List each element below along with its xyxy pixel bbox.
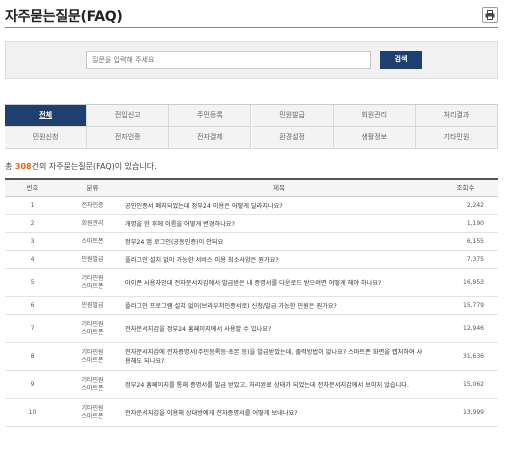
table-row: 6 민원발급 플러그인 프로그램 설치 없이(브라우저인증서로) 신청/발급 가능한… [5, 297, 498, 315]
row-views: 16,953 [463, 279, 484, 286]
faq-question-link[interactable]: 플러그인 프로그램 설치 없이(브라우저인증서로) 신청/발급 가능한 민원은 … [125, 297, 433, 315]
row-category: 기타민원 스마트폰 [81, 321, 104, 336]
tab-category-5[interactable]: 처리결과 [415, 105, 498, 127]
category-tabs: 전체 전입신고 주민등록 민원발급 회원관리 처리결과민원신청 전자인증 전자결제 환경설정 생활… [5, 104, 498, 149]
faq-question-link[interactable]: 전자문서지갑에 전자증명서(주민등록등·초본 등)을 발급받았는데, 출력방법이… [125, 343, 433, 371]
tab-category-7[interactable]: 전자인증 [87, 127, 170, 149]
row-views: 12,946 [463, 325, 484, 332]
row-views: 7,375 [466, 256, 484, 263]
summary-suffix: 건의 자주묻는질문(FAQ)이 있습니다. [31, 162, 157, 171]
row-number: 8 [30, 353, 35, 360]
search-input[interactable] [86, 51, 371, 69]
header-views: 조회수 [456, 184, 475, 192]
faq-question-link[interactable]: 개명을 한 후에 이름을 어떻게 변경하나요? [125, 215, 433, 233]
row-category: 회원관리 [81, 220, 104, 227]
printer-icon [485, 10, 495, 20]
row-views: 15,062 [463, 381, 484, 388]
header-subject: 제목 [273, 184, 285, 192]
table-row: 2 회원관리 개명을 한 후에 이름을 어떻게 변경하나요? 1,190 [5, 215, 498, 233]
row-category: 스마트폰 [81, 238, 104, 245]
table-row: 8 기타민원 스마트폰 전자문서지갑에 전자증명서(주민등록등·초본 등)을 발급받… [5, 343, 498, 371]
summary-prefix: 총 [5, 162, 15, 171]
table-row: 10 기타민원 스마트폰 전자문서지갑을 이용해 상대방에게 전자증명서를 어떻게 … [5, 399, 498, 427]
table-row: 7 기타민원 스마트폰 전자문서지갑을 정부24 홈페이지에서 사용할 수 있나요?… [5, 315, 498, 343]
tab-category-9[interactable]: 환경설정 [251, 127, 334, 149]
page-title: 자주묻는질문(FAQ) [5, 9, 123, 25]
table-row: 1 전자인증 공인인증서 폐지되었는데 정부24 이용은 어떻게 달라지나요? 2,2… [5, 197, 498, 215]
tab-category-1[interactable]: 전입신고 [87, 105, 170, 127]
row-category: 전자인증 [81, 202, 104, 209]
row-views: 6,155 [466, 238, 484, 245]
row-category: 민원발급 [81, 302, 104, 309]
row-views: 15,779 [463, 302, 484, 309]
faq-question-link[interactable]: 플러그인 설치 없이 가능한 서비스 이용 최소사양은 뭔가요? [125, 251, 433, 269]
header-no: 번호 [26, 184, 39, 192]
title-divider [5, 27, 498, 28]
search-area: 검색 [5, 41, 498, 79]
tab-category-0[interactable]: 전체 [5, 105, 88, 127]
row-category: 기타민원 스마트폰 [81, 377, 104, 392]
tab-category-2[interactable]: 주민등록 [169, 105, 252, 127]
faq-question-link[interactable]: 전자문서지갑을 이용해 상대방에게 전자증명서를 어떻게 보내나요? [125, 399, 433, 427]
tab-category-4[interactable]: 회원관리 [333, 105, 416, 127]
row-number: 4 [30, 256, 35, 263]
row-number: 10 [28, 409, 37, 416]
tab-category-11[interactable]: 기타민원 [415, 127, 498, 149]
faq-question-link[interactable]: 아이폰 사용자인데 전자문서지갑에서 발급받은 내 증명서를 다운로드 받으려면… [125, 269, 433, 297]
row-number: 6 [30, 302, 35, 309]
row-number: 7 [30, 325, 35, 332]
row-views: 2,242 [466, 202, 484, 209]
table-row: 3 스마트폰 정부24 앱 로그인(공동인증)이 안되요 6,155 [5, 233, 498, 251]
row-category: 기타민원 스마트폰 [81, 349, 104, 364]
search-button[interactable]: 검색 [380, 51, 422, 69]
row-number: 5 [30, 279, 35, 286]
row-number: 3 [30, 238, 35, 245]
row-number: 9 [30, 381, 35, 388]
print-button[interactable] [482, 7, 498, 23]
title-bar: 자주묻는질문(FAQ) [5, 6, 498, 28]
row-category: 기타민원 스마트폰 [81, 405, 104, 420]
tab-category-6[interactable]: 민원신청 [5, 127, 88, 149]
row-views: 13,999 [463, 409, 484, 416]
row-category: 기타민원 스마트폰 [81, 275, 104, 290]
table-row: 4 민원발급 플러그인 설치 없이 가능한 서비스 이용 최소사양은 뭔가요? 7,3… [5, 251, 498, 269]
faq-question-link[interactable]: 공인인증서 폐지되었는데 정부24 이용은 어떻게 달라지나요? [125, 197, 433, 215]
tab-category-8[interactable]: 전자결제 [169, 127, 252, 149]
table-row: 9 기타민원 스마트폰 정부24 홈페이지를 통해 증명서를 발급 받았고, 처리완… [5, 371, 498, 399]
row-views: 31,636 [463, 353, 484, 360]
faq-question-link[interactable]: 전자문서지갑을 정부24 홈페이지에서 사용할 수 있나요? [125, 315, 433, 343]
faq-question-link[interactable]: 정부24 홈페이지를 통해 증명서를 발급 받았고, 처리완료 상태가 되었는데… [125, 371, 433, 399]
tab-category-3[interactable]: 민원발급 [251, 105, 334, 127]
table-header: 번호 분류 제목 조회수 [5, 180, 498, 197]
table-row: 5 기타민원 스마트폰 아이폰 사용자인데 전자문서지갑에서 발급받은 내 증명서를… [5, 269, 498, 297]
result-count: 308 [14, 162, 32, 171]
result-summary: 총 308건의 자주묻는질문(FAQ)이 있습니다. [5, 161, 157, 172]
faq-question-link[interactable]: 정부24 앱 로그인(공동인증)이 안되요 [125, 233, 433, 251]
row-number: 1 [30, 202, 35, 209]
row-category: 민원발급 [81, 256, 104, 263]
row-number: 2 [30, 220, 35, 227]
row-views: 1,190 [466, 220, 484, 227]
faq-table: 번호 분류 제목 조회수 1 전자인증 공인인증서 폐지되었는데 정부24 이용은 … [5, 178, 498, 427]
header-category: 분류 [86, 184, 99, 192]
tab-category-10[interactable]: 생활정보 [333, 127, 416, 149]
